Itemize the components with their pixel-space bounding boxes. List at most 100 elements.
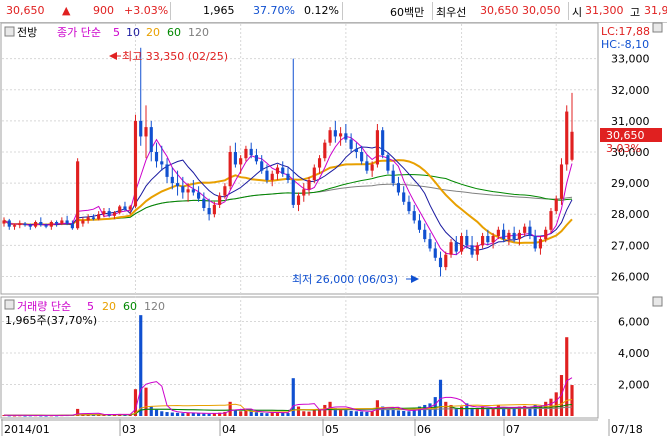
- current-volume-label: 1,965주(37,70%): [5, 314, 97, 327]
- candle-body: [512, 232, 516, 240]
- panel-option-button-top[interactable]: [652, 22, 663, 33]
- candle-body: [86, 217, 90, 221]
- volume-bar: [554, 392, 558, 416]
- volume-tick-label: 4,000: [618, 347, 650, 360]
- volume-bar: [281, 412, 285, 416]
- candle-body: [76, 161, 80, 229]
- volume-bar: [402, 410, 406, 416]
- price-tick-label: 33,000: [611, 53, 650, 66]
- candle-body: [228, 152, 232, 187]
- candle-body: [365, 161, 369, 171]
- candle-body: [438, 257, 443, 268]
- date-label: 05: [325, 423, 339, 436]
- legend-box-icon[interactable]: [4, 26, 15, 37]
- price-axis: 26,00027,00028,00029,00030,00031,00032,0…: [611, 53, 650, 284]
- volume-bar: [228, 401, 232, 416]
- price-panel[interactable]: [0, 22, 599, 295]
- candle-body: [97, 214, 101, 219]
- volume-bar: [265, 413, 269, 416]
- vol-ma-period-5: 5: [87, 300, 94, 313]
- volume-bar: [502, 408, 506, 416]
- volume-bar: [386, 409, 390, 416]
- volume-bar: [170, 412, 174, 416]
- candle-body: [370, 164, 374, 171]
- volume-bar: [139, 315, 143, 416]
- candle-body: [275, 167, 280, 174]
- vol-ma-period-20: 20: [102, 300, 116, 313]
- candle-body: [407, 201, 411, 212]
- candle-body: [307, 180, 311, 190]
- volume-bar: [433, 397, 437, 416]
- candle-body: [475, 245, 479, 255]
- candle-body: [449, 242, 453, 255]
- candle-body: [249, 148, 253, 156]
- candle-body: [244, 148, 248, 159]
- volume-bar: [254, 412, 259, 416]
- volume-bar: [160, 411, 164, 416]
- ma-period-60: 60: [167, 26, 181, 39]
- volume-bar: [207, 413, 211, 416]
- candle-body: [328, 130, 332, 143]
- ma-period-5: 5: [113, 26, 120, 39]
- volume-bar: [239, 411, 243, 416]
- candle-body: [207, 208, 211, 215]
- ma-period-10: 10: [126, 26, 140, 39]
- candle-body: [491, 236, 495, 243]
- legend-box-icon[interactable]: [4, 299, 15, 310]
- tab-label[interactable]: 전방: [17, 26, 37, 39]
- candle-body: [454, 242, 458, 252]
- panel-option-button[interactable]: [652, 296, 663, 307]
- candle-body: [165, 164, 169, 177]
- current-pct-tag: 3.03%: [606, 142, 641, 155]
- candle-body: [554, 198, 558, 212]
- volume-bar: [360, 411, 364, 416]
- volume-tick-label: 6,000: [618, 315, 650, 328]
- candle-body: [149, 127, 153, 152]
- candle-body: [239, 158, 243, 165]
- candle-body: [223, 186, 227, 196]
- candle-body: [186, 189, 190, 193]
- candle-body: [2, 220, 6, 224]
- candle-body: [91, 217, 95, 219]
- volume-bar: [312, 410, 316, 416]
- volume-bar: [507, 408, 511, 416]
- candle-body: [18, 223, 22, 226]
- volume-bar: [565, 337, 569, 416]
- candle-body: [533, 236, 537, 249]
- candle-body: [333, 130, 337, 137]
- volume-bar: [249, 411, 253, 416]
- candle-body: [517, 232, 521, 240]
- max-annotation: 최고 33,350 (02/25): [109, 50, 228, 63]
- volume-bar: [349, 410, 353, 416]
- candle-body: [202, 198, 206, 208]
- volume-bar: [286, 413, 290, 416]
- volume-bar: [354, 411, 358, 416]
- volume-tick-label: 2,000: [618, 378, 650, 391]
- candle-body: [123, 206, 127, 210]
- candle-body: [433, 248, 437, 258]
- candle-body: [465, 236, 469, 246]
- candle-body: [254, 155, 259, 162]
- date-axis: 2014/01 03 04 05 06 07 07/18: [1, 419, 643, 436]
- price-tick-label: 26,000: [611, 270, 650, 283]
- price-tick-label: 31,000: [611, 115, 650, 128]
- current-price-tag-text: 30,650: [606, 129, 645, 142]
- volume-bar: [323, 404, 327, 416]
- candle-body: [538, 239, 543, 249]
- ma-period-120: 120: [188, 26, 209, 39]
- candle-body: [507, 232, 511, 240]
- candle-body: [260, 161, 264, 171]
- lc-label: LC:17,88: [601, 25, 650, 38]
- stock-chart[interactable]: 26,00027,00028,00029,00030,00031,00032,0…: [0, 0, 667, 439]
- volume-bar: [486, 408, 490, 416]
- candle-body: [102, 211, 106, 215]
- candle-body: [175, 183, 180, 187]
- price-tick-label: 32,000: [611, 84, 650, 97]
- price-tick-label: 29,000: [611, 177, 650, 190]
- candle-body: [312, 167, 316, 180]
- volume-bar: [154, 409, 159, 416]
- candle-body: [381, 130, 385, 156]
- volume-bar: [197, 413, 201, 416]
- volume-bar: [365, 411, 369, 416]
- candle-body: [139, 120, 143, 137]
